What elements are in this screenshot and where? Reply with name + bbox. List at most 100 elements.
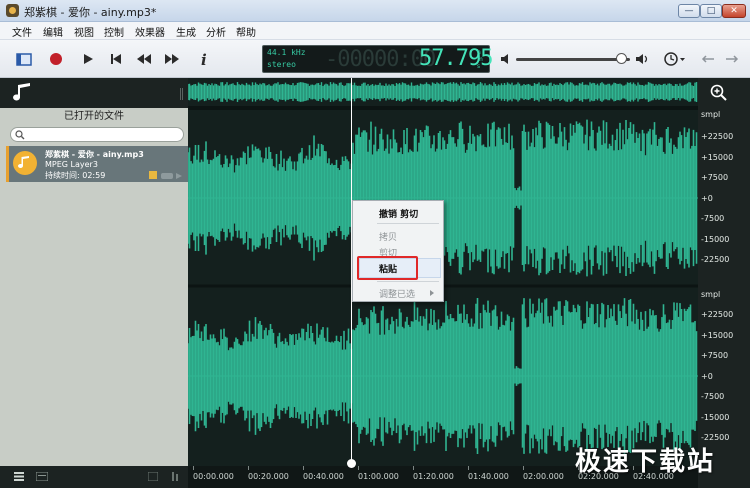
file-list-item[interactable]: 郑紫棋 - 爱你 - ainy.mp3 MPEG Layer3 持续时间: 02… <box>6 146 188 182</box>
highlight-annotation-box <box>357 256 418 280</box>
play-button[interactable] <box>78 49 98 69</box>
ruler-tick-label: +7500 <box>701 351 729 360</box>
time-ruler-label: 00:00.000 <box>193 472 234 481</box>
menu-analyze[interactable]: 分析 <box>206 24 226 39</box>
time-ruler-tick <box>413 466 414 470</box>
skip-to-start-icon <box>111 54 121 64</box>
menu-view[interactable]: 视图 <box>74 24 94 39</box>
skip-to-start-button[interactable] <box>106 49 126 69</box>
play-icon <box>84 54 93 64</box>
ruler-unit-label: smpl <box>701 290 721 299</box>
list-view-icon[interactable] <box>14 472 24 481</box>
image-icon[interactable] <box>148 472 158 481</box>
files-panel-footer <box>0 466 188 488</box>
ruler-tick-label: +0 <box>701 371 713 381</box>
music-note-icon <box>13 83 31 101</box>
ruler-tick-label: -15000 <box>701 412 730 422</box>
time-ruler-label: 00:20.000 <box>248 472 289 481</box>
menu-file[interactable]: 文件 <box>12 24 32 39</box>
window-title: 郑紫棋 - 爱你 - ainy.mp3* <box>24 6 157 19</box>
ruler-tick-label: -7500 <box>701 392 725 401</box>
minimize-button[interactable]: — <box>678 4 700 18</box>
volume-slider-thumb[interactable] <box>616 53 628 64</box>
time-ruler-label: 02:00.000 <box>523 472 564 481</box>
waveform-overview[interactable] <box>188 82 698 102</box>
context-menu-separator <box>377 281 439 282</box>
context-menu-adjust-selection[interactable]: 调整已选 <box>379 287 415 300</box>
ruler-tick-label: +15000 <box>701 152 734 162</box>
submenu-arrow-icon <box>430 290 434 296</box>
time-ruler-label: 01:20.000 <box>413 472 454 481</box>
volume-icon <box>501 54 508 64</box>
fast-forward-button[interactable] <box>162 49 182 69</box>
maximize-icon: □ <box>706 6 716 16</box>
ruler-tick-label: +7500 <box>701 173 729 182</box>
search-icon <box>15 130 25 140</box>
ruler-tick-label: -7500 <box>701 214 725 223</box>
watermark: 极速下载站 <box>575 447 716 477</box>
time-ruler-tick <box>523 466 524 470</box>
ruler-tick-label: -15000 <box>701 234 730 244</box>
amplitude-ruler: smpl +22500 +15000 +7500 +0 -7500 -15000 -22500… <box>698 78 750 466</box>
time-ruler-tick <box>303 466 304 470</box>
toolbar: i 44.1 kHz stereo -00000:00 57.795 h m s <box>0 40 750 78</box>
time-ruler-tick <box>358 466 359 470</box>
menu-generate[interactable]: 生成 <box>176 24 196 39</box>
channel-mode: stereo <box>267 60 296 69</box>
settings-icon[interactable] <box>170 472 180 481</box>
clock-dropdown[interactable] <box>662 49 688 69</box>
zoom-in-icon[interactable] <box>710 84 728 102</box>
file-search-input[interactable] <box>25 129 175 140</box>
menu-effects[interactable]: 效果器 <box>135 24 165 39</box>
panel-resize-grip[interactable] <box>180 88 183 100</box>
waveform-channel-right <box>188 297 698 455</box>
info-icon: i <box>201 51 207 67</box>
file-actions-icon[interactable] <box>161 172 185 180</box>
file-search-box[interactable] <box>10 127 184 142</box>
app-icon <box>6 4 19 17</box>
info-button[interactable]: i <box>194 49 214 69</box>
context-menu-copy[interactable]: 拷贝 <box>379 230 397 243</box>
redo-arrow-icon <box>726 55 739 63</box>
panel-toggle-button[interactable] <box>14 49 34 69</box>
detail-view-icon[interactable] <box>36 472 48 481</box>
file-duration: 持续时间: 02:59 <box>45 171 106 180</box>
title-bar: 郑紫棋 - 爱你 - ainy.mp3* — □ ✕ <box>0 0 750 22</box>
clock-icon <box>664 52 685 66</box>
volume-button[interactable] <box>496 49 516 69</box>
file-name: 郑紫棋 - 爱你 - ainy.mp3 <box>45 150 144 159</box>
ruler-unit-label: smpl <box>701 110 721 119</box>
ruler-tick-label: +22500 <box>701 310 734 319</box>
fast-forward-icon <box>165 54 179 64</box>
minimize-icon: — <box>684 6 694 16</box>
undo-button[interactable] <box>698 49 718 69</box>
menu-control[interactable]: 控制 <box>104 24 124 39</box>
panel-toggle-icon <box>16 52 32 66</box>
record-button[interactable] <box>46 49 66 69</box>
redo-button[interactable] <box>722 49 742 69</box>
menu-edit[interactable]: 编辑 <box>43 24 63 39</box>
ruler-tick-label: +0 <box>701 193 713 203</box>
time-ruler-tick <box>248 466 249 470</box>
overview-separator <box>188 106 698 110</box>
context-menu-undo-cut[interactable]: 撤销 剪切 <box>379 207 418 220</box>
playhead-handle[interactable] <box>347 459 356 468</box>
files-panel-header <box>0 78 188 108</box>
close-button[interactable]: ✕ <box>722 4 746 18</box>
ruler-tick-label: +22500 <box>701 132 734 141</box>
file-format: MPEG Layer3 <box>45 160 98 169</box>
record-icon <box>50 53 62 65</box>
time-ruler-label: 00:40.000 <box>303 472 344 481</box>
menu-bar: 文件 编辑 视图 控制 效果器 生成 分析 帮助 <box>0 22 750 40</box>
context-menu-separator <box>377 223 439 224</box>
speaker-icon <box>636 54 648 64</box>
menu-help[interactable]: 帮助 <box>236 24 256 39</box>
maximize-button[interactable]: □ <box>700 4 722 18</box>
speaker-button[interactable] <box>632 49 652 69</box>
time-ruler-tick <box>193 466 194 470</box>
time-units: h m s <box>477 49 483 70</box>
rewind-button[interactable] <box>134 49 154 69</box>
volume-slider[interactable] <box>516 58 630 61</box>
context-menu: 撤销 剪切 拷贝 剪切 粘贴 调整已选 <box>352 200 444 302</box>
ruler-tick-label: -22500 <box>701 255 730 264</box>
